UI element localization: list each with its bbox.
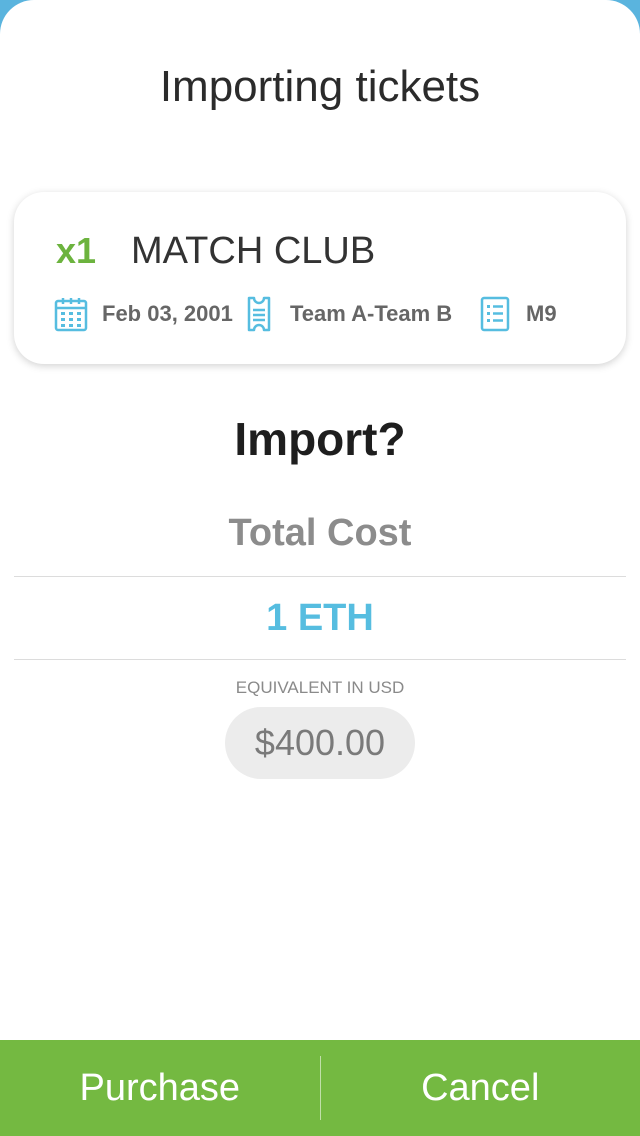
list-icon [480, 296, 510, 332]
ticket-name: MATCH CLUB [131, 230, 376, 272]
divider [14, 576, 626, 577]
ticket-teams-label: Team A-Team B [290, 301, 453, 326]
ticket-quantity: x1 [56, 230, 97, 271]
usd-value: $400.00 [254, 722, 386, 763]
ticket-card: x1 MATCH CLUB Feb 03, 2001 Team A-Team B… [14, 192, 626, 364]
ticket-date: Feb 03, 2001 [54, 296, 233, 332]
page-title: Importing tickets [159, 62, 481, 111]
import-sheet: Importing tickets x1 MATCH CLUB Feb 03, … [0, 0, 640, 1136]
divider [14, 659, 626, 660]
action-bar: Purchase Cancel [0, 1040, 640, 1136]
total-cost-label: Total Cost [228, 512, 412, 554]
calendar-icon [54, 298, 88, 332]
usd-equivalent-label: EQUIVALENT IN USD [235, 678, 405, 697]
ticket-date-label: Feb 03, 2001 [102, 301, 233, 326]
usd-value-badge: $400.00 [225, 707, 415, 779]
cancel-button[interactable]: Cancel [321, 1040, 640, 1136]
ticket-icon [247, 296, 271, 332]
ticket-match-label: M9 [526, 301, 557, 326]
purchase-button[interactable]: Purchase [0, 1040, 320, 1136]
eth-amount: 1 ETH [266, 597, 374, 639]
import-question: Import? [234, 413, 406, 465]
ticket-teams: Team A-Team B [242, 296, 452, 332]
ticket-match: M9 [478, 296, 557, 332]
